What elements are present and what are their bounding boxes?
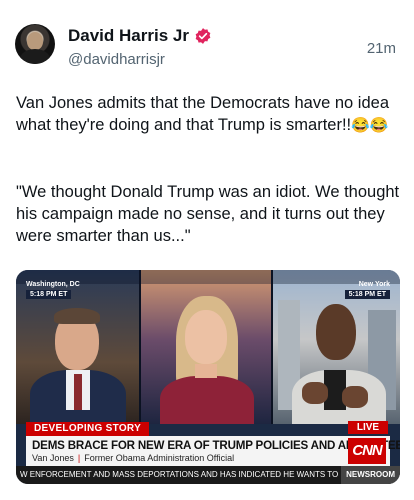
handle[interactable]: @davidharrisjr (68, 51, 165, 68)
separator: | (77, 453, 81, 463)
ticker-text: W ENFORCEMENT AND MASS DEPORTATIONS AND … (20, 470, 338, 479)
panel-divider (139, 270, 141, 424)
right-time: 5:18 PM ET (344, 290, 390, 299)
chyron-headline: DEMS BRACE FOR NEW ERA OF TRUMP POLICIES… (32, 439, 400, 452)
right-location: New York (358, 281, 390, 288)
avatar-body (20, 49, 50, 64)
author-row: David Harris Jr (68, 26, 212, 46)
video-panel-middle (140, 270, 272, 424)
chyron-subline: Van Jones | Former Obama Administration Of… (32, 453, 234, 463)
left-location: Washington, DC (26, 281, 80, 288)
cnn-logo: CNN (348, 438, 386, 464)
left-time: 5:18 PM ET (26, 290, 72, 299)
avatar[interactable] (15, 24, 55, 64)
video-media[interactable]: Washington, DC 5:18 PM ET New York 5:18 … (16, 270, 400, 484)
guest-name: Van Jones (32, 453, 74, 463)
laughing-emoji: 😂😂 (351, 117, 389, 134)
post-text-paragraph-2: "We thought Donald Trump was an idiot. W… (16, 183, 400, 245)
post-text: Van Jones admits that the Democrats have… (16, 94, 389, 134)
developing-story-tag: DEVELOPING STORY (26, 422, 150, 436)
verified-badge-icon (195, 28, 211, 44)
guest-title: Former Obama Administration Official (84, 453, 235, 463)
timestamp[interactable]: 21m (367, 40, 396, 57)
post-text-paragraph-1: Van Jones admits that the Democrats have… (16, 92, 404, 137)
newsroom-tag: NEWSROOM (341, 466, 400, 484)
display-name[interactable]: David Harris Jr (68, 26, 189, 46)
chyron: DEMS BRACE FOR NEW ERA OF TRUMP POLICIES… (26, 436, 400, 466)
avatar-face (27, 32, 43, 50)
news-ticker: W ENFORCEMENT AND MASS DEPORTATIONS AND … (16, 466, 400, 484)
post-card[interactable]: David Harris Jr @davidharrisjr 21m Van J… (0, 0, 414, 500)
panel-divider (271, 270, 273, 424)
live-badge: LIVE (348, 421, 388, 434)
